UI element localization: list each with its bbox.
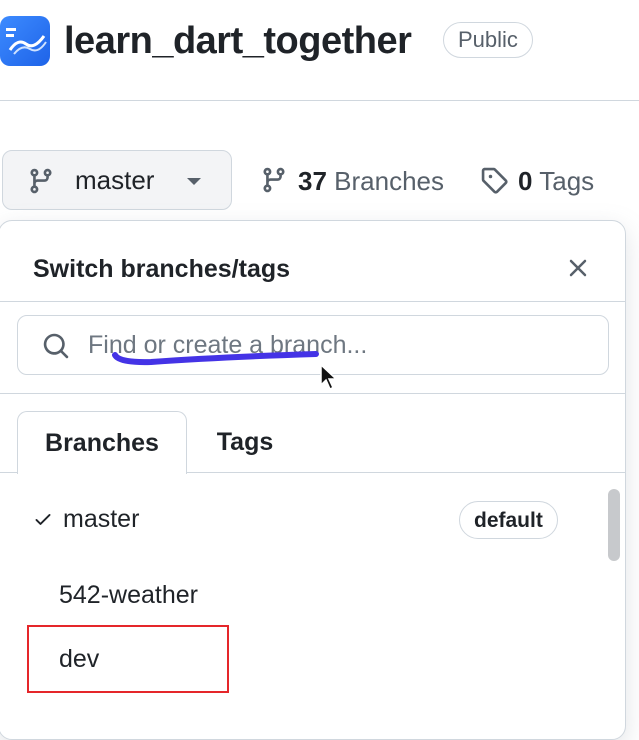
tags-count: 0 [518, 166, 533, 196]
git-branch-icon [260, 166, 288, 202]
branch-search-field[interactable] [17, 315, 609, 375]
branch-name: 542-weather [59, 581, 198, 609]
visibility-badge: Public [443, 22, 533, 58]
branch-item-542-weather[interactable]: 542-weather [0, 567, 599, 625]
check-icon [33, 509, 53, 534]
repo-avatar[interactable] [0, 16, 50, 66]
close-icon[interactable] [565, 255, 591, 281]
branch-item-master[interactable]: master default [0, 491, 599, 549]
tab-branches[interactable]: Branches [17, 411, 187, 474]
tab-tags[interactable]: Tags [195, 411, 295, 473]
branch-name: dev [59, 645, 100, 673]
repo-header: learn_dart_together Public [0, 0, 639, 101]
branch-name: master [63, 505, 140, 533]
avatar-logo-icon [6, 28, 47, 55]
branch-search-input[interactable] [88, 326, 588, 364]
branches-label: Branches [334, 166, 444, 196]
tag-icon [480, 166, 508, 202]
repo-name[interactable]: learn_dart_together [64, 18, 412, 64]
caret-down-icon [187, 178, 201, 185]
default-badge: default [459, 501, 558, 539]
scrollbar[interactable] [608, 489, 620, 561]
search-icon [42, 332, 70, 365]
popover-divider [0, 393, 625, 394]
git-branch-icon [27, 167, 55, 200]
branch-switcher-popover: Switch branches/tags Branches Tags maste… [0, 220, 626, 740]
branch-item-dev[interactable]: dev [0, 631, 599, 689]
branches-count: 37 [298, 166, 327, 196]
tags-label: Tags [539, 166, 595, 196]
popover-divider [0, 301, 625, 302]
popover-title: Switch branches/tags [33, 255, 291, 283]
branch-select-button[interactable]: master [2, 150, 232, 210]
current-branch-label: master [75, 165, 155, 195]
